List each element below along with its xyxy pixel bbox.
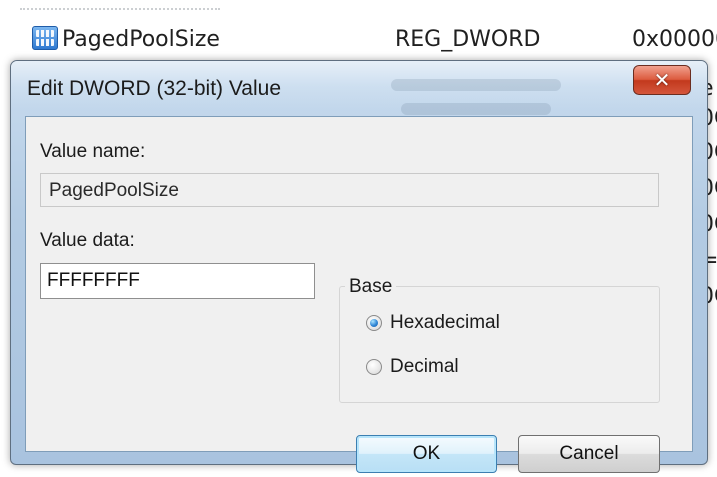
value-name-field: PagedPoolSize (40, 173, 659, 207)
clipped-row-above (20, 0, 220, 10)
registry-binary-icon (32, 26, 58, 50)
base-groupbox (339, 286, 660, 403)
close-button[interactable]: ✕ (633, 65, 691, 95)
dialog-title: Edit DWORD (32-bit) Value (27, 77, 282, 100)
cancel-button[interactable]: Cancel (518, 435, 660, 473)
value-name-label: Value name: (40, 141, 146, 162)
radio-unselected-icon[interactable] (366, 359, 382, 375)
registry-value-data: 0x00000 (632, 27, 717, 52)
value-data-input[interactable] (40, 263, 315, 299)
close-icon: ✕ (653, 68, 671, 92)
radio-hexadecimal-label: Hexadecimal (390, 312, 500, 333)
radio-decimal[interactable]: Decimal (366, 356, 459, 378)
base-label: Base (345, 276, 397, 298)
registry-value-name: PagedPoolSize (62, 27, 220, 52)
registry-value-type: REG_DWORD (395, 27, 541, 52)
radio-selected-icon[interactable] (366, 315, 382, 331)
title-bar[interactable]: Edit DWORD (32-bit) Value ✕ (11, 61, 707, 115)
title-blur-shape (401, 103, 551, 115)
value-data-label: Value data: (40, 230, 135, 251)
registry-row[interactable]: PagedPoolSize REG_DWORD 0x00000 (0, 0, 717, 62)
radio-hexadecimal[interactable]: Hexadecimal (366, 312, 500, 334)
ok-button[interactable]: OK (356, 435, 497, 473)
dialog-client-area: Value name: PagedPoolSize Value data: Ba… (25, 116, 693, 473)
radio-decimal-label: Decimal (390, 356, 459, 377)
title-blur-shape (391, 79, 561, 91)
value-name-text: PagedPoolSize (49, 180, 179, 201)
edit-dword-dialog: Edit DWORD (32-bit) Value ✕ Value name: … (10, 60, 708, 473)
